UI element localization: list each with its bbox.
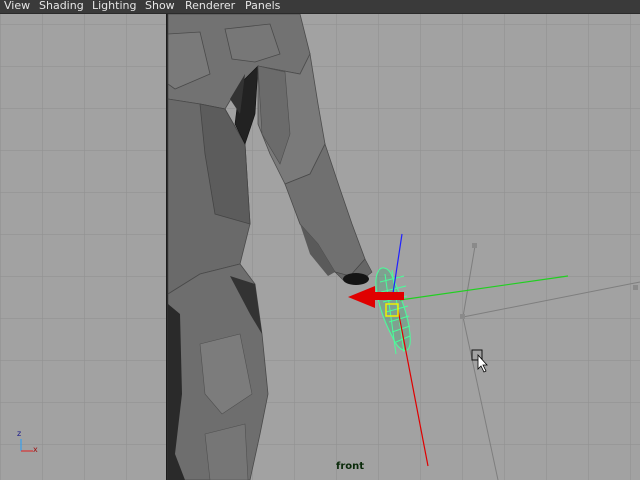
menu-panels[interactable]: Panels bbox=[245, 0, 280, 12]
camera-name-label: front bbox=[336, 461, 365, 472]
menu-renderer[interactable]: Renderer bbox=[185, 0, 235, 12]
menu-show[interactable]: Show bbox=[145, 0, 175, 12]
manip-x-shaft[interactable] bbox=[374, 292, 404, 300]
menu-shading[interactable]: Shading bbox=[39, 0, 84, 12]
front-viewport[interactable]: z x front bbox=[0, 14, 640, 480]
menu-view[interactable]: View bbox=[4, 0, 30, 12]
axis-x-label: x bbox=[33, 445, 38, 454]
axis-z-label: z bbox=[17, 429, 22, 438]
menu-lighting[interactable]: Lighting bbox=[92, 0, 136, 12]
panel-menu-bar: View Shading Lighting Show Renderer Pane… bbox=[0, 0, 640, 14]
viewport-canvas[interactable] bbox=[0, 14, 640, 480]
